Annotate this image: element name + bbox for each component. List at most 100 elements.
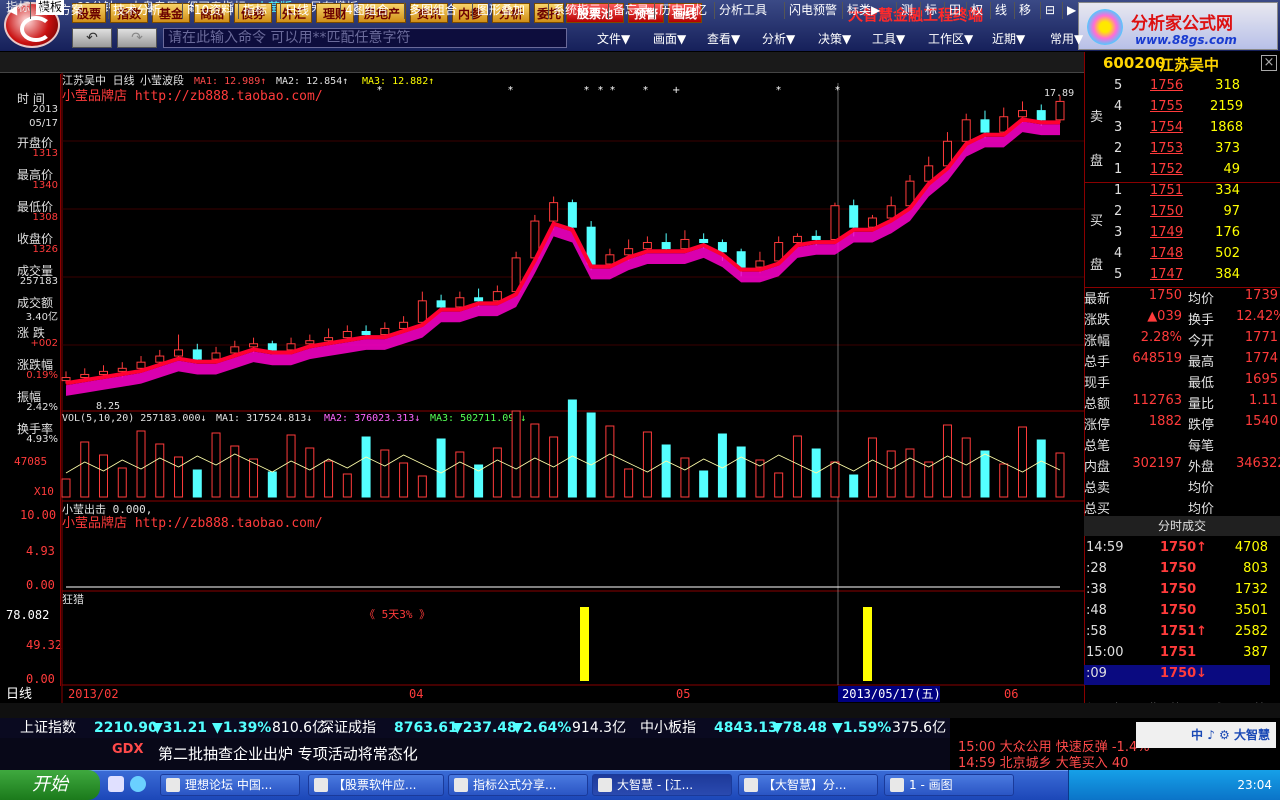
volume-bar[interactable] xyxy=(530,423,540,498)
candle-body[interactable] xyxy=(849,205,859,228)
news-bar[interactable]: GDX 第二批抽查企业出炉 专项活动将常态化 xyxy=(0,738,950,770)
volume-bar[interactable] xyxy=(717,433,727,498)
volume-bar[interactable] xyxy=(80,441,90,498)
volume-bar[interactable] xyxy=(267,471,277,498)
volume-bar[interactable] xyxy=(117,467,127,498)
candle-body[interactable] xyxy=(605,254,615,265)
top-menu-3[interactable]: 分析▼ xyxy=(762,30,795,47)
volume-bar[interactable] xyxy=(999,463,1009,498)
volume-bar[interactable] xyxy=(492,447,502,498)
toolbar-item-17[interactable]: 权 xyxy=(966,2,987,19)
volume-bar[interactable] xyxy=(774,472,784,498)
candle-body[interactable] xyxy=(474,297,484,302)
candle-body[interactable] xyxy=(80,373,90,379)
volume-bar[interactable] xyxy=(324,460,334,498)
candle-body[interactable] xyxy=(192,349,202,360)
candle-body[interactable] xyxy=(624,248,634,256)
volume-bar[interactable] xyxy=(174,456,184,498)
candle-body[interactable] xyxy=(455,297,465,308)
volume-bar[interactable] xyxy=(661,444,671,498)
signal-bar[interactable] xyxy=(580,607,589,681)
forward-button[interactable]: ↷ xyxy=(117,28,157,48)
volume-bar[interactable] xyxy=(792,435,802,498)
toolbar-item-8[interactable]: 系统指示 xyxy=(548,2,605,19)
candle-body[interactable] xyxy=(811,235,821,240)
volume-bar[interactable] xyxy=(867,437,877,498)
signal-bar[interactable] xyxy=(863,607,872,681)
top-menu-0[interactable]: 文件▼ xyxy=(597,30,630,47)
candle-body[interactable] xyxy=(1017,110,1027,118)
volume-bar[interactable] xyxy=(605,425,615,498)
candle-body[interactable] xyxy=(399,321,409,329)
candle-body[interactable] xyxy=(324,337,334,342)
top-menu-5[interactable]: 工具▼ xyxy=(872,30,905,47)
candle-body[interactable] xyxy=(492,291,502,302)
candle-body[interactable] xyxy=(736,251,746,268)
candle-body[interactable] xyxy=(830,205,840,240)
ticks-header[interactable]: 分时成交 xyxy=(1084,516,1280,536)
back-button[interactable]: ↶ xyxy=(72,28,112,48)
show-desktop-icon[interactable] xyxy=(108,776,124,792)
candle-body[interactable] xyxy=(61,377,71,382)
taskbar-button-0[interactable]: 理想论坛 中国... xyxy=(160,774,300,796)
toolbar-item-12[interactable]: 闪电预警 xyxy=(784,2,841,19)
toolbar-item-6[interactable]: 多图组合 xyxy=(404,2,461,19)
kline-chart[interactable]: 江苏吴中 日线 小莹波段 MA1: 12.989↑ MA2: 12.854↑ MA3: … xyxy=(0,73,1084,703)
volume-bar[interactable] xyxy=(567,399,577,498)
candle-body[interactable] xyxy=(642,242,652,250)
candle-body[interactable] xyxy=(155,355,165,363)
candle-body[interactable] xyxy=(230,346,240,354)
volume-bar[interactable] xyxy=(886,450,896,498)
volume-bar[interactable] xyxy=(1017,426,1027,498)
top-menu-7[interactable]: 近期▼ xyxy=(992,30,1025,47)
volume-bar[interactable] xyxy=(736,446,746,498)
top-menu-6[interactable]: 工作区▼ xyxy=(928,30,973,47)
candle-body[interactable] xyxy=(717,242,727,253)
toolbar-item-3[interactable]: 指标 xyxy=(238,2,271,19)
volume-bar[interactable] xyxy=(511,410,521,498)
candle-body[interactable] xyxy=(436,300,446,308)
toolbar-item-10[interactable]: 历史回忆 xyxy=(654,2,711,19)
toolbar-window-icon[interactable]: ⊟ xyxy=(1040,2,1059,19)
volume-bar[interactable] xyxy=(305,447,315,498)
toolbar-item-0[interactable]: 默认方案 xyxy=(30,2,87,19)
toolbar-right-arrow[interactable]: ▶ xyxy=(1062,2,1080,19)
toolbar-item-5[interactable]: 4图组合 xyxy=(340,2,393,19)
candle-body[interactable] xyxy=(305,340,315,345)
taskbar-button-4[interactable]: 【大智慧】分... xyxy=(738,774,878,796)
top-menu-8[interactable]: 常用▼ xyxy=(1050,30,1083,47)
volume-bar[interactable] xyxy=(849,474,859,498)
command-input[interactable]: 请在此输入命令 可以用**匹配任意字符 xyxy=(163,28,567,48)
taskbar-button-5[interactable]: 1 - 画图 xyxy=(884,774,1014,796)
volume-bar[interactable] xyxy=(961,437,971,498)
volume-bar[interactable] xyxy=(361,436,371,498)
toolbar-item-14[interactable]: 测 xyxy=(896,2,917,19)
ime-bar[interactable]: 中 ♪ ⚙ 大智慧 xyxy=(1136,722,1276,748)
taskbar-button-3[interactable]: 大智慧 - [江... xyxy=(592,774,732,796)
partner-logo[interactable]: 分析家公式网 www.88gs.com xyxy=(1078,2,1278,50)
ie-icon[interactable] xyxy=(130,776,146,792)
candle-body[interactable] xyxy=(661,242,671,250)
volume-bar[interactable] xyxy=(455,451,465,498)
toolbar-item-4[interactable]: 日线 xyxy=(280,2,313,19)
volume-bar[interactable] xyxy=(830,461,840,498)
toolbar-item-16[interactable]: 田 xyxy=(944,2,965,19)
index-name[interactable]: 中小板指 xyxy=(640,718,696,738)
candle-body[interactable] xyxy=(886,205,896,219)
alert-ticker[interactable]: 15:00 大众公用 快速反弹 -1.4% 14:59 北京城乡 大笔买入 40… xyxy=(950,718,1280,771)
candle-body[interactable] xyxy=(567,202,577,228)
taskbar-button-1[interactable]: 【股票软件应... xyxy=(308,774,444,796)
candle-body[interactable] xyxy=(286,343,296,351)
candle-body[interactable] xyxy=(361,331,371,336)
volume-bar[interactable] xyxy=(342,473,352,498)
toolbar-item-2[interactable]: F10资料 xyxy=(182,2,237,19)
candle-body[interactable] xyxy=(136,361,146,369)
volume-bar[interactable] xyxy=(905,448,915,498)
toolbar-item-19[interactable]: 移 xyxy=(1014,2,1035,19)
index-name[interactable]: 上证指数 xyxy=(20,718,76,738)
volume-bar[interactable] xyxy=(286,434,296,498)
toolbar-item-1[interactable]: 技术分析 xyxy=(108,2,165,19)
toolbar-item-13[interactable]: 标类▶ xyxy=(842,2,884,19)
candle-body[interactable] xyxy=(961,119,971,142)
volume-bar[interactable] xyxy=(1036,439,1046,498)
